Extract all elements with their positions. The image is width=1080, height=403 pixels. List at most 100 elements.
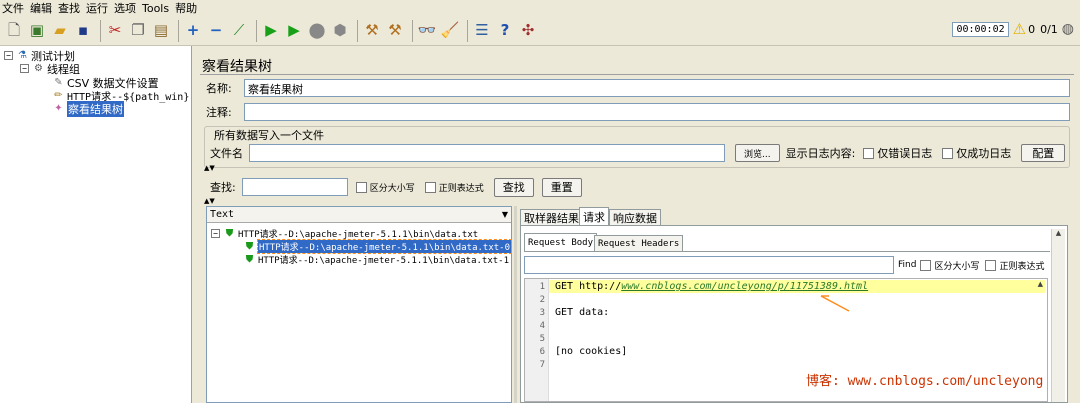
case-sensitive-checkbox[interactable] (355, 181, 367, 193)
menu-help[interactable]: 帮助 (175, 0, 197, 16)
warning-icon[interactable]: ⚠ (1013, 20, 1026, 38)
splitter-handle[interactable]: ▲▼ (204, 164, 215, 172)
success-only-checkbox[interactable] (942, 147, 954, 159)
find-label: Find (898, 260, 917, 270)
fold-arrow-icon[interactable]: ▲ (1038, 280, 1043, 288)
toggle-icon[interactable]: ⟋ (229, 21, 249, 41)
thread-count: 0/1 (1040, 22, 1058, 36)
configure-button[interactable]: 配置 (1021, 144, 1066, 162)
cut-icon[interactable]: ✂ (105, 21, 125, 41)
vertical-scrollbar[interactable]: ▲ (1051, 229, 1065, 402)
expand-icon[interactable]: + (183, 21, 203, 41)
comment-field[interactable] (244, 103, 1070, 121)
line-numbers: 1 2 3 4 5 6 7 (539, 282, 545, 370)
divider (200, 74, 1074, 75)
browse-button[interactable]: 浏览... (735, 144, 780, 162)
regex-checkbox[interactable] (424, 181, 436, 193)
chart-icon: ✦ (54, 103, 63, 114)
results-tree-pane: Text ▼ − ⛊ HTTP请求--D:\apache-jmeter-5.1.… (206, 206, 512, 403)
splitter-handle[interactable]: ▲▼ (204, 197, 215, 205)
case-sensitive-label: 区分大小写 (369, 183, 415, 194)
scroll-up-icon[interactable]: ▲ (1052, 229, 1065, 237)
menu-search[interactable]: 查找 (58, 0, 80, 16)
menu-edit[interactable]: 编辑 (30, 0, 52, 16)
tree-item-view-results[interactable]: ✦ 察看结果树 (52, 100, 124, 117)
name-label: 名称: (206, 82, 232, 95)
renderer-value: Text (210, 209, 235, 220)
start-no-pause-icon[interactable]: ▶ (284, 21, 304, 41)
remote-icon[interactable]: ✣ (518, 21, 538, 41)
toolbar-separator (412, 19, 413, 42)
result-label: HTTP请求--D:\apache-jmeter-5.1.1\bin\data.… (257, 239, 512, 254)
result-label: HTTP请求--D:\apache-jmeter-5.1.1\bin\data.… (258, 256, 509, 266)
find-input[interactable] (524, 256, 894, 274)
subtab-request-body[interactable]: Request Body (524, 233, 598, 251)
tab-request[interactable]: 请求 (579, 207, 609, 225)
filename-label: 文件名 (210, 147, 243, 160)
toolbar-separator (100, 19, 101, 42)
errors-only-label: 仅错误日志 (877, 147, 933, 160)
start-icon[interactable]: ▶ (261, 21, 281, 41)
subtab-request-headers[interactable]: Request Headers (594, 235, 684, 251)
find-regex-checkbox[interactable] (985, 259, 997, 271)
elapsed-timer: 00:00:02 (952, 21, 1009, 37)
menu-bar: 文件 编辑 查找 运行 选项 Tools 帮助 (0, 0, 1080, 16)
search-button[interactable]: 查找 (493, 177, 534, 197)
result-parent[interactable]: − ⛊ HTTP请求--D:\apache-jmeter-5.1.1\bin\d… (211, 227, 478, 240)
stop-icon[interactable]: ⬤ (307, 21, 327, 41)
clear-icon[interactable]: ⚒ (362, 21, 382, 41)
templates-icon[interactable]: ▣ (27, 21, 47, 41)
menu-file[interactable]: 文件 (2, 0, 24, 16)
search-icon[interactable]: 👓 (417, 21, 437, 41)
toolbar-separator (467, 19, 468, 42)
new-icon[interactable]: 🗋 (4, 21, 24, 41)
menu-options[interactable]: 选项 (114, 0, 136, 16)
success-shield-icon: ⛊ (225, 228, 234, 239)
log-content-label: 显示日志内容: (785, 147, 856, 160)
result-child-0[interactable]: ⛊ HTTP请求--D:\apache-jmeter-5.1.1\bin\dat… (243, 239, 512, 254)
help-icon[interactable]: ? (495, 21, 515, 41)
collapse-toggle[interactable]: − (20, 64, 29, 73)
chevron-down-icon: ▼ (501, 210, 508, 219)
open-icon[interactable]: ▰ (50, 21, 70, 41)
save-icon[interactable]: ▪ (73, 21, 93, 41)
code-line-6: [no cookies] (555, 346, 628, 357)
split-divider[interactable] (514, 206, 517, 403)
flask-icon: ⚗ (18, 50, 27, 61)
menu-run[interactable]: 运行 (86, 0, 108, 16)
result-child-1[interactable]: ⛊ HTTP请求--D:\apache-jmeter-5.1.1\bin\dat… (243, 253, 509, 266)
view-results-panel: 察看结果树 名称: 察看结果树 注释: 所有数据写入一个文件 文件名 浏览...… (196, 52, 1076, 403)
clear-all-icon[interactable]: ⚒ (385, 21, 405, 41)
find-row: Find 区分大小写 正则表达式 (524, 255, 1044, 275)
collapse-toggle[interactable]: − (4, 51, 13, 60)
errors-only-checkbox[interactable] (863, 147, 875, 159)
copy-icon[interactable]: ❐ (128, 21, 148, 41)
tree-item-thread-group[interactable]: − ⚙ 线程组 (20, 62, 80, 76)
tab-sampler-result[interactable]: 取样器结果 (520, 209, 583, 225)
renderer-select[interactable]: Text ▼ (207, 207, 511, 223)
collapse-icon[interactable]: − (206, 21, 226, 41)
reset-button[interactable]: 重置 (541, 177, 582, 197)
annotation-arrow-icon (820, 295, 850, 312)
function-helper-icon[interactable]: ☰ (472, 21, 492, 41)
name-field[interactable]: 察看结果树 (244, 79, 1070, 97)
success-shield-icon: ⛊ (245, 254, 254, 265)
find-case-checkbox[interactable] (920, 259, 932, 271)
menu-tools[interactable]: Tools (142, 2, 169, 15)
search-input[interactable] (241, 178, 348, 196)
test-plan-tree: − ⚗ 测试计划 − ⚙ 线程组 ✎ CSV 数据文件设置 ✏ HTTP请求--… (0, 46, 192, 403)
status-area: 00:00:02 ⚠ 0 0/1 ◍ (952, 20, 1074, 38)
tab-response-data[interactable]: 响应数据 (609, 209, 661, 225)
toolbar: 🗋 ▣ ▰ ▪ ✂ ❐ ▤ + − ⟋ ▶ ▶ ⬤ ⬢ ⚒ ⚒ 👓 🧹 ☰ ? … (0, 16, 1080, 46)
toolbar-separator (178, 19, 179, 42)
collapse-toggle[interactable]: − (211, 229, 220, 238)
paste-icon[interactable]: ▤ (151, 21, 171, 41)
shutdown-icon[interactable]: ⬢ (330, 21, 350, 41)
toolbar-separator (256, 19, 257, 42)
comment-row: 注释: (206, 102, 1070, 122)
panel-title: 察看结果树 (202, 59, 272, 75)
filename-field[interactable] (249, 144, 725, 162)
file-row: 文件名 浏览... 显示日志内容: 仅错误日志 仅成功日志 配置 (210, 142, 1068, 164)
reset-search-icon[interactable]: 🧹 (440, 21, 460, 41)
regex-label: 正则表达式 (438, 183, 484, 194)
